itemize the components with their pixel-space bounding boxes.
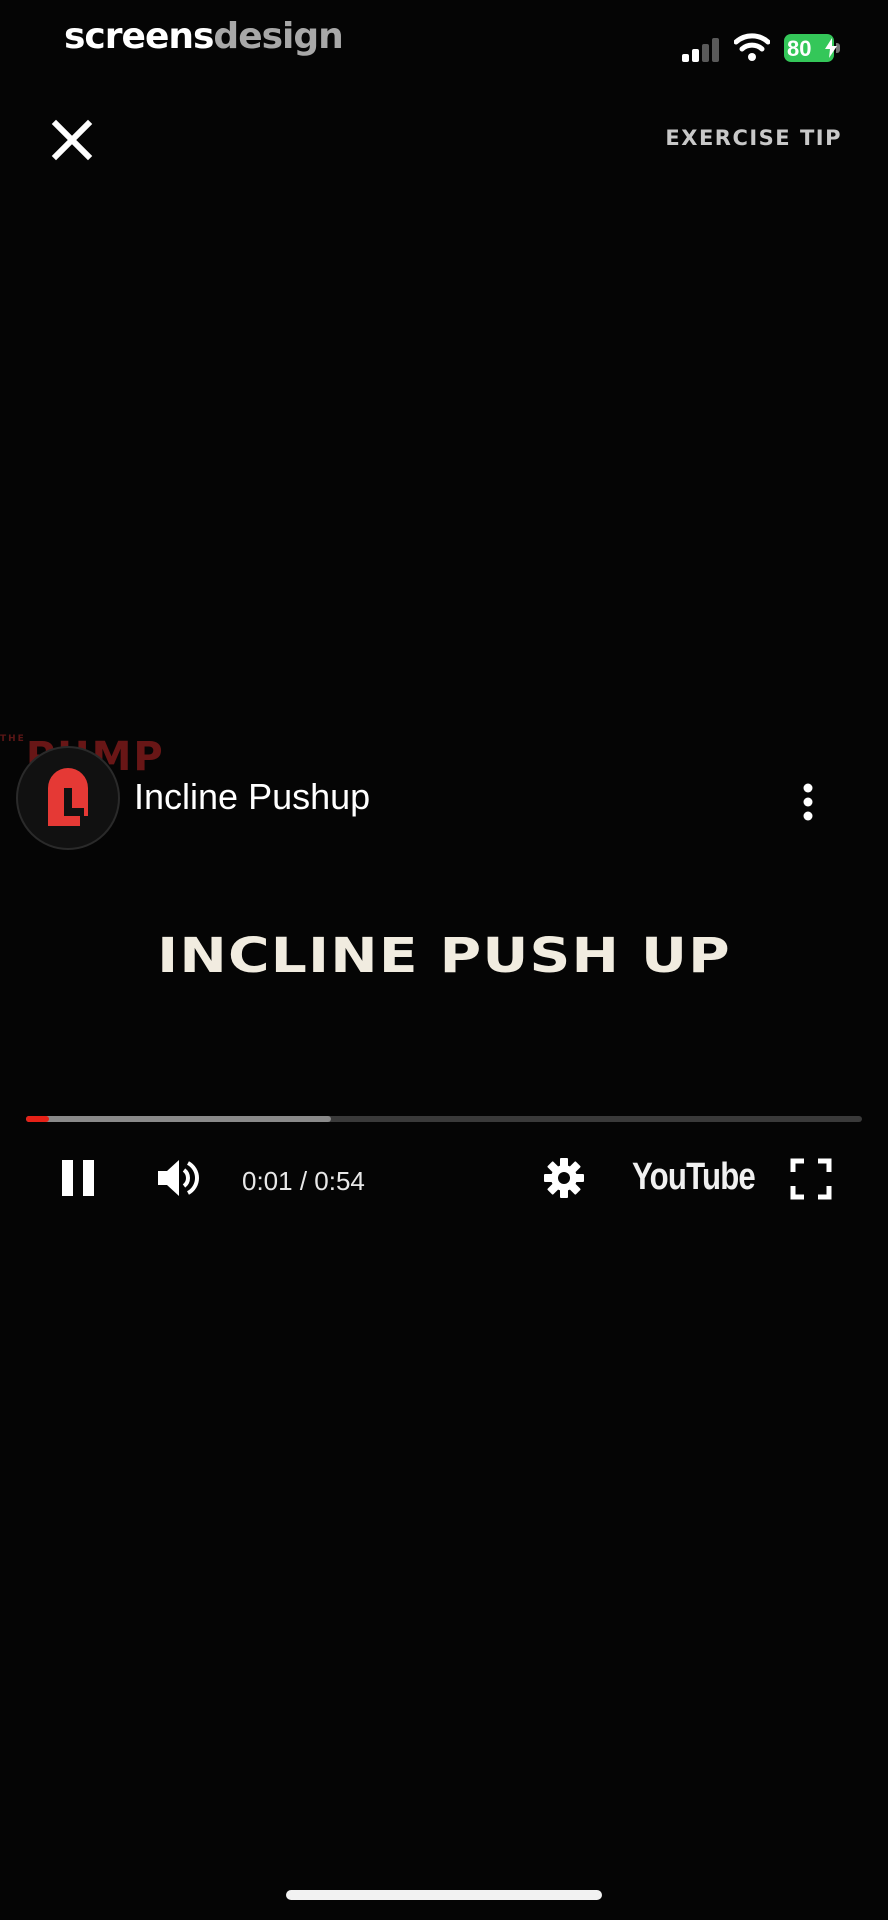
channel-logo-icon <box>48 768 88 826</box>
exercise-tip-link[interactable]: EXERCISE TIP <box>665 126 842 150</box>
gear-icon[interactable] <box>542 1156 586 1200</box>
progress-bar[interactable] <box>26 1116 862 1122</box>
home-indicator[interactable] <box>286 1890 602 1900</box>
channel-watermark-small: THE <box>0 734 26 744</box>
brand-watermark: screensdesign <box>64 16 344 57</box>
close-icon[interactable] <box>48 116 96 164</box>
fullscreen-icon[interactable] <box>790 1158 832 1200</box>
battery-level: 80 <box>787 36 812 61</box>
battery-indicator: 80 <box>784 34 840 62</box>
wifi-icon <box>734 33 770 61</box>
status-bar: screensdesign 80 <box>0 0 888 90</box>
charging-bolt-icon <box>825 38 837 58</box>
video-overlay-title: INCLINE PUSH UP <box>157 928 731 984</box>
progress-played <box>26 1116 49 1122</box>
cellular-signal-icon <box>682 38 719 62</box>
channel-avatar[interactable] <box>16 746 120 850</box>
more-options-icon[interactable] <box>796 780 820 824</box>
volume-icon[interactable] <box>154 1154 202 1202</box>
progress-buffered <box>26 1116 332 1122</box>
pause-icon[interactable] <box>58 1156 98 1200</box>
brand-part-1: screens <box>64 16 214 57</box>
brand-part-2: design <box>213 16 343 57</box>
youtube-logo[interactable]: YouTube <box>632 1156 756 1199</box>
playback-time: 0:01 / 0:54 <box>242 1166 365 1196</box>
video-title[interactable]: Incline Pushup <box>134 776 370 818</box>
